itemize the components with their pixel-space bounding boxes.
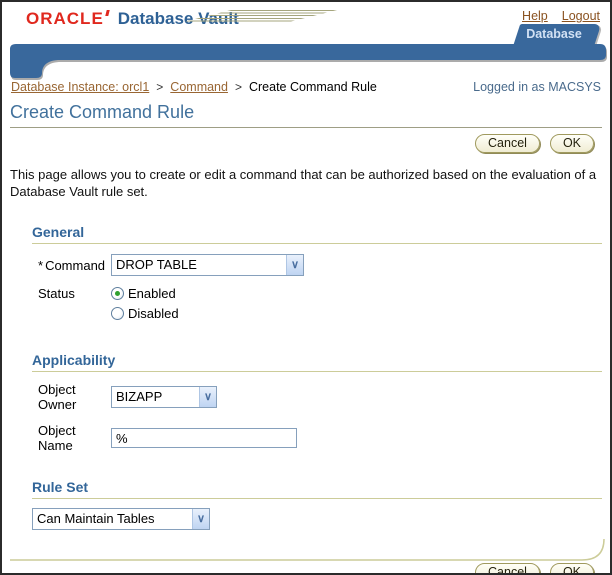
status-enabled-label: Enabled	[128, 286, 176, 301]
logout-link[interactable]: Logout	[562, 9, 600, 23]
section-applicability-title: Applicability	[32, 352, 602, 372]
top-actions: Cancel OK	[18, 134, 594, 153]
cancel-button[interactable]: Cancel	[475, 563, 540, 575]
object-name-row: Object Name	[32, 423, 602, 453]
chevron-down-icon[interactable]: ∨	[286, 255, 303, 275]
cancel-button[interactable]: Cancel	[475, 134, 540, 153]
section-rule-set-title: Rule Set	[32, 479, 602, 499]
object-owner-row: Object Owner BIZAPP ∨	[32, 382, 602, 412]
page-description: This page allows you to create or edit a…	[10, 167, 602, 200]
oracle-logo: ORACLE	[26, 9, 109, 29]
section-general: General *Command DROP TABLE ∨ Status Ena…	[32, 224, 602, 326]
chevron-down-icon[interactable]: ∨	[192, 509, 209, 529]
section-general-title: General	[32, 224, 602, 244]
breadcrumb-database-instance[interactable]: Database Instance: orcl1	[11, 80, 149, 94]
rule-set-select[interactable]: Can Maintain Tables ∨	[32, 508, 210, 530]
breadcrumb: Database Instance: orcl1 > Command > Cre…	[11, 80, 377, 94]
nav-bar-swoosh	[10, 44, 606, 78]
chevron-down-icon[interactable]: ∨	[199, 387, 216, 407]
status-disabled-label: Disabled	[128, 306, 179, 321]
radio-unselected-icon[interactable]	[111, 307, 124, 320]
status-radio-group: Enabled Disabled	[111, 286, 179, 326]
create-command-rule-page: ORACLE Database Vault Help Logout Databa…	[0, 0, 612, 575]
breadcrumb-separator: >	[228, 80, 249, 94]
object-owner-label: Object Owner	[32, 382, 111, 412]
object-name-label: Object Name	[32, 423, 111, 453]
rule-set-value: Can Maintain Tables	[33, 509, 192, 529]
ok-button[interactable]: OK	[550, 563, 594, 575]
logged-in-status: Logged in as MACSYS	[473, 80, 601, 94]
tab-label: Database	[510, 24, 598, 44]
bottom-actions: Cancel OK	[18, 563, 594, 575]
object-owner-value: BIZAPP	[112, 387, 199, 407]
ok-button[interactable]: OK	[550, 134, 594, 153]
section-applicability: Applicability Object Owner BIZAPP ∨ Obje…	[32, 352, 602, 453]
status-label: Status	[32, 286, 111, 301]
title-divider	[10, 127, 602, 128]
footer-curve-decoration	[10, 538, 606, 561]
breadcrumb-row: Database Instance: orcl1 > Command > Cre…	[11, 80, 601, 96]
help-link[interactable]: Help	[522, 9, 548, 23]
status-option-enabled[interactable]: Enabled	[111, 286, 179, 301]
global-links: Help Logout	[522, 9, 600, 23]
command-select-value: DROP TABLE	[112, 255, 286, 275]
breadcrumb-separator: >	[149, 80, 170, 94]
object-owner-select[interactable]: BIZAPP ∨	[111, 386, 217, 408]
tab-database[interactable]: Database	[510, 24, 598, 44]
breadcrumb-current: Create Command Rule	[249, 80, 377, 94]
command-select[interactable]: DROP TABLE ∨	[111, 254, 304, 276]
breadcrumb-command[interactable]: Command	[170, 80, 228, 94]
required-marker: *	[38, 258, 43, 273]
object-name-input[interactable]	[111, 428, 297, 448]
command-label: *Command	[32, 258, 111, 273]
radio-selected-icon[interactable]	[111, 287, 124, 300]
page-title: Create Command Rule	[10, 102, 610, 123]
global-header: ORACLE Database Vault Help Logout Databa…	[2, 2, 610, 78]
status-option-disabled[interactable]: Disabled	[111, 306, 179, 321]
section-rule-set: Rule Set Can Maintain Tables ∨	[32, 479, 602, 530]
status-field-row: Status Enabled Disabled	[32, 286, 602, 326]
command-field-row: *Command DROP TABLE ∨	[32, 254, 602, 276]
